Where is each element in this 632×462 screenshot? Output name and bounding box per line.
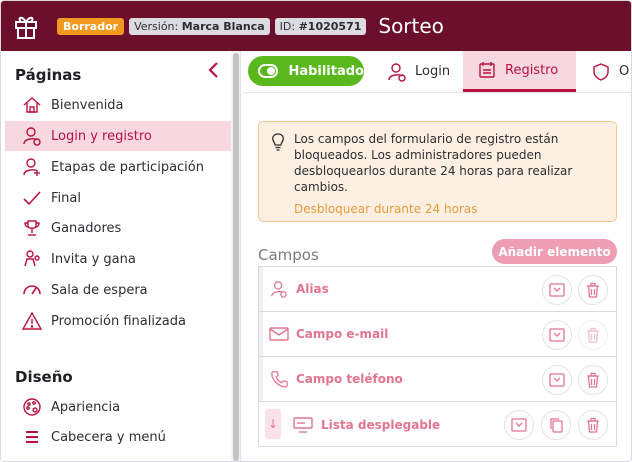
alert-message: Los campos del formulario de registro es… (294, 132, 573, 194)
sidebar-item-cabecera[interactable]: Cabecera y menú (5, 422, 231, 452)
tab-privacy[interactable]: O (583, 51, 631, 92)
version-value: Marca Blanca (181, 19, 265, 33)
palette-icon (21, 396, 43, 418)
sidebar-item-login-registro[interactable]: Login y registro (5, 121, 231, 151)
user-add-icon (21, 156, 43, 178)
version-badge: Versión: Marca Blanca (129, 17, 270, 35)
menu-icon (21, 426, 43, 448)
tab-registro[interactable]: Registro (463, 51, 576, 92)
sidebar-item-label: Final (51, 190, 81, 206)
mail-icon (269, 326, 289, 342)
expand-button[interactable] (542, 275, 572, 305)
sidebar-item-invita[interactable]: Invita y gana (5, 244, 231, 274)
sidebar-item-promocion[interactable]: Promoción finalizada (5, 306, 231, 336)
tab-login[interactable]: Login (383, 51, 463, 92)
tab-label: Login (415, 64, 451, 79)
sidebar-item-final[interactable]: Final (5, 183, 231, 213)
gift-icon[interactable] (1, 1, 51, 51)
tab-label: O (619, 64, 630, 79)
expand-button[interactable] (504, 410, 534, 440)
enabled-toggle[interactable]: Habilitado (248, 56, 364, 86)
warning-icon (21, 310, 43, 332)
expand-button[interactable] (542, 365, 572, 395)
id-value: #1020571 (298, 19, 362, 33)
add-element-button[interactable]: Añadir elemento (492, 239, 617, 264)
delete-button[interactable] (578, 365, 608, 395)
main-content: Los campos del formulario de registro es… (243, 94, 631, 461)
id-badge: ID: #1020571 (274, 17, 367, 35)
duplicate-button[interactable] (541, 410, 571, 440)
list-item[interactable]: Alias (259, 267, 616, 312)
id-prefix: ID: (279, 19, 296, 33)
tab-label: Registro (505, 62, 559, 78)
pages-section-title: Páginas (15, 66, 82, 84)
list-item[interactable]: ↓ Lista desplegable (259, 402, 616, 447)
phone-icon (270, 370, 288, 388)
sidebar-item-label: Apariencia (51, 399, 121, 415)
tab-bar: Habilitado Login Registro O (243, 51, 631, 93)
locked-fields-alert: Los campos del formulario de registro es… (258, 121, 617, 222)
sidebar-item-apariencia[interactable]: Apariencia (5, 392, 231, 422)
check-icon (21, 187, 43, 209)
unlock-link[interactable]: Desbloquear durante 24 horas (294, 202, 477, 216)
sidebar-scroll-thumb[interactable] (233, 53, 239, 461)
shield-icon (591, 62, 611, 82)
toggle-label: Habilitado (288, 63, 364, 79)
fields-list: Alias Campo e-mail Campo teléfono ↓ List… (258, 266, 617, 447)
drag-handle-icon[interactable]: ↓ (265, 409, 281, 439)
list-item[interactable]: Campo teléfono (259, 357, 616, 402)
sidebar-item-label: Promoción finalizada (51, 313, 186, 329)
row-handle (259, 357, 263, 401)
top-bar: Borrador Versión: Marca Blanca ID: #1020… (1, 1, 631, 51)
sidebar-item-label: Ganadores (51, 220, 122, 236)
delete-button-disabled (578, 320, 608, 350)
sidebar-item-ganadores[interactable]: Ganadores (5, 213, 231, 243)
trophy-icon (21, 217, 43, 239)
field-label: Campo e-mail (296, 327, 389, 341)
app-window: Borrador Versión: Marca Blanca ID: #1020… (0, 0, 632, 462)
sidebar-item-bienvenida[interactable]: Bienvenida (5, 90, 231, 120)
user-login-icon (21, 125, 43, 147)
row-handle (259, 312, 263, 356)
expand-button[interactable] (542, 320, 572, 350)
sidebar-item-sala[interactable]: Sala de espera (5, 275, 231, 305)
delete-button[interactable] (578, 275, 608, 305)
field-label: Campo teléfono (296, 372, 403, 386)
sidebar-item-etapas[interactable]: Etapas de participación (5, 152, 231, 182)
status-badge: Borrador (57, 17, 125, 35)
delete-button[interactable] (578, 410, 608, 440)
sidebar-item-label: Bienvenida (51, 97, 124, 113)
user-icon (270, 280, 288, 298)
field-label: Alias (296, 282, 329, 296)
page-title: Sorteo (378, 14, 444, 38)
sidebar-item-label: Etapas de participación (51, 159, 204, 175)
row-handle (259, 267, 263, 311)
fields-section-title: Campos (258, 246, 319, 264)
sidebar-item-label: Cabecera y menú (51, 429, 166, 445)
list-item[interactable]: Campo e-mail (259, 312, 616, 357)
chevron-left-icon[interactable] (206, 61, 222, 79)
form-icon (477, 60, 497, 80)
sidebar-item-label: Invita y gana (51, 251, 136, 267)
gauge-icon (21, 279, 43, 301)
toggle-switch-icon (258, 64, 279, 78)
invite-icon (21, 248, 43, 270)
dropdown-icon (293, 416, 313, 434)
version-prefix: Versión: (134, 19, 179, 33)
sidebar-item-label: Login y registro (51, 128, 152, 144)
field-label: Lista desplegable (321, 417, 441, 432)
sidebar-item-label: Sala de espera (51, 282, 148, 298)
home-icon (21, 94, 43, 116)
lightbulb-icon (270, 132, 286, 156)
user-login-icon (387, 62, 407, 82)
design-section-title: Diseño (15, 368, 73, 386)
